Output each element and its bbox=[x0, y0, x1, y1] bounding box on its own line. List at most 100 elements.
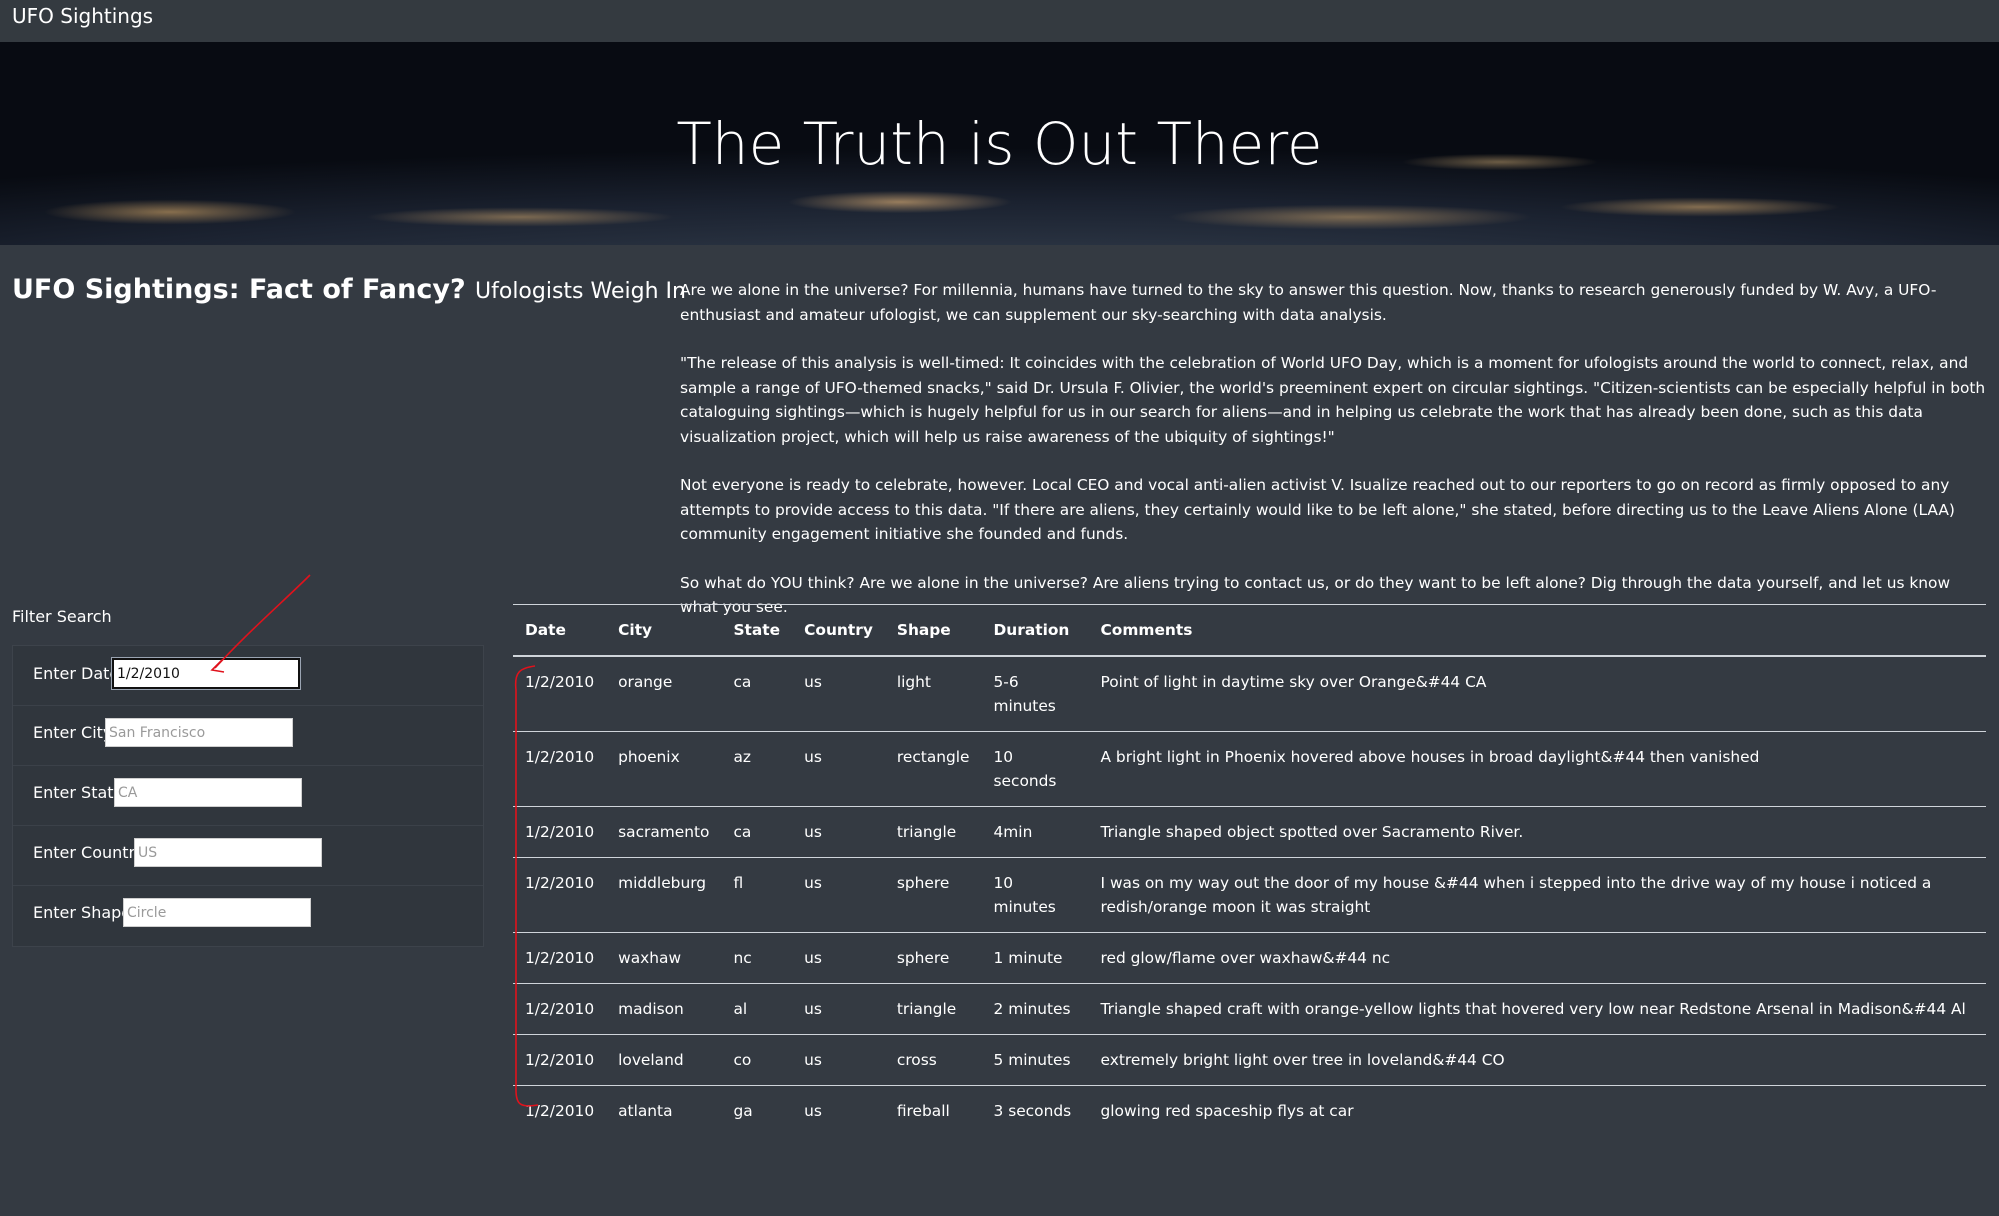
city-input[interactable] bbox=[105, 718, 293, 747]
sightings-table: Date City State Country Shape Duration C… bbox=[513, 604, 1986, 1136]
column-header-state: State bbox=[721, 604, 793, 657]
cell-city: orange bbox=[606, 656, 722, 732]
state-label: Enter State bbox=[33, 783, 124, 802]
cell-duration: 1 minute bbox=[981, 932, 1089, 984]
sightings-table-wrapper: Date City State Country Shape Duration C… bbox=[513, 604, 1986, 1136]
cell-date: 1/2/2010 bbox=[513, 857, 607, 933]
cell-shape: sphere bbox=[884, 857, 982, 933]
filter-row-date: Enter Date bbox=[13, 646, 483, 706]
cell-comments: red glow/flame over waxhaw&#44 nc bbox=[1088, 932, 1986, 984]
cell-country: us bbox=[792, 1034, 885, 1086]
shape-label: Enter Shape bbox=[33, 903, 132, 922]
cell-city: sacramento bbox=[606, 806, 722, 858]
filter-search-title: Filter Search bbox=[12, 607, 112, 626]
cell-country: us bbox=[792, 731, 885, 807]
cell-date: 1/2/2010 bbox=[513, 731, 607, 807]
cell-date: 1/2/2010 bbox=[513, 983, 607, 1035]
cell-city: loveland bbox=[606, 1034, 722, 1086]
cell-date: 1/2/2010 bbox=[513, 656, 607, 732]
cell-country: us bbox=[804, 1102, 822, 1120]
intro-text: Are we alone in the universe? For millen… bbox=[680, 278, 1986, 644]
cell-date: 1/2/2010 bbox=[513, 1034, 607, 1086]
column-header-date: Date bbox=[513, 604, 607, 657]
cell-shape: fireball bbox=[896, 1102, 950, 1120]
cell-shape: triangle bbox=[884, 983, 982, 1035]
cell-country: us bbox=[792, 983, 885, 1035]
table-row: 1/2/2010 sacramento ca us triangle 4min … bbox=[513, 806, 1986, 858]
cell-duration: 5-6 minutes bbox=[981, 656, 1089, 732]
cell-state: ga bbox=[733, 1102, 753, 1120]
cell-date: 1/2/2010 bbox=[513, 806, 607, 858]
cell-comments: Triangle shaped craft with orange-yellow… bbox=[1088, 983, 1986, 1035]
table-row: 1/2/2010 atlanta ga us fireball 3 second… bbox=[513, 1086, 1986, 1137]
cell-duration: 4min bbox=[981, 806, 1089, 858]
cell-state: ca bbox=[721, 656, 793, 732]
cell-country: us bbox=[792, 932, 885, 984]
table-row: 1/2/2010 waxhaw nc us sphere 1 minute re… bbox=[513, 932, 1986, 984]
table-row: 1/2/2010 orange ca us light 5-6 minutes … bbox=[513, 656, 1986, 732]
page-title: UFO Sightings: Fact of Fancy? Ufologists… bbox=[12, 274, 686, 305]
cell-shape: cross bbox=[884, 1034, 982, 1086]
cell-state: al bbox=[721, 983, 793, 1035]
cell-duration: 10 minutes bbox=[981, 857, 1089, 933]
city-label: Enter City bbox=[33, 723, 113, 742]
cell-country: us bbox=[792, 806, 885, 858]
cell-state: fl bbox=[721, 857, 793, 933]
table-row: 1/2/2010 phoenix az us rectangle 10 seco… bbox=[513, 731, 1986, 807]
navbar-brand[interactable]: UFO Sightings bbox=[12, 4, 153, 28]
cell-shape: sphere bbox=[884, 932, 982, 984]
table-row: 1/2/2010 middleburg fl us sphere 10 minu… bbox=[513, 857, 1986, 933]
page-title-sub: Ufologists Weigh In bbox=[475, 279, 686, 304]
cell-comments: Triangle shaped object spotted over Sacr… bbox=[1088, 806, 1986, 858]
cell-comments: I was on my way out the door of my house… bbox=[1088, 857, 1986, 933]
cell-duration: 2 minutes bbox=[981, 983, 1089, 1035]
navbar: UFO Sightings bbox=[0, 0, 1999, 42]
table-row: 1/2/2010 loveland co us cross 5 minutes … bbox=[513, 1034, 1986, 1086]
cell-state: ca bbox=[721, 806, 793, 858]
date-label: Enter Date bbox=[33, 664, 120, 683]
cell-shape: light bbox=[884, 656, 982, 732]
cell-comments: A bright light in Phoenix hovered above … bbox=[1088, 731, 1986, 807]
cell-duration: 5 minutes bbox=[981, 1034, 1089, 1086]
state-input[interactable] bbox=[114, 778, 302, 807]
filter-row-shape: Enter Shape bbox=[13, 886, 483, 945]
table-body: 1/2/2010 orange ca us light 5-6 minutes … bbox=[513, 656, 1986, 1136]
column-header-city: City bbox=[606, 604, 722, 657]
table-header-row: Date City State Country Shape Duration C… bbox=[513, 604, 1986, 657]
cell-comments: glowing red spaceship flys at car bbox=[1100, 1102, 1354, 1120]
intro-paragraph: Are we alone in the universe? For millen… bbox=[680, 281, 1937, 324]
cell-state: nc bbox=[721, 932, 793, 984]
cell-country: us bbox=[792, 656, 885, 732]
cell-duration: 3 seconds bbox=[993, 1102, 1072, 1120]
cell-country: us bbox=[792, 857, 885, 933]
cell-city: middleburg bbox=[606, 857, 722, 933]
filter-row-country: Enter Country bbox=[13, 826, 483, 886]
hero-title: The Truth is Out There bbox=[676, 110, 1323, 178]
filter-panel: Enter Date Enter City Enter State Enter … bbox=[12, 645, 484, 947]
country-label: Enter Country bbox=[33, 843, 145, 862]
cell-date: 1/2/2010 bbox=[513, 932, 607, 984]
cell-city: phoenix bbox=[606, 731, 722, 807]
cell-shape: rectangle bbox=[884, 731, 982, 807]
cell-city: atlanta bbox=[618, 1102, 673, 1120]
column-header-country: Country bbox=[792, 604, 885, 657]
date-input[interactable] bbox=[111, 657, 301, 690]
hero-banner: The Truth is Out There bbox=[0, 42, 1999, 245]
cell-shape: triangle bbox=[884, 806, 982, 858]
intro-paragraph: "The release of this analysis is well-ti… bbox=[680, 354, 1986, 446]
shape-input[interactable] bbox=[123, 898, 311, 927]
filter-row-state: Enter State bbox=[13, 766, 483, 826]
cell-city: waxhaw bbox=[606, 932, 722, 984]
column-header-shape: Shape bbox=[884, 604, 982, 657]
column-header-comments: Comments bbox=[1088, 604, 1986, 657]
filter-row-city: Enter City bbox=[13, 706, 483, 766]
cell-state: az bbox=[721, 731, 793, 807]
country-input[interactable] bbox=[134, 838, 322, 867]
column-header-duration: Duration bbox=[981, 604, 1089, 657]
cell-comments: extremely bright light over tree in love… bbox=[1088, 1034, 1986, 1086]
cell-city: madison bbox=[606, 983, 722, 1035]
table-row: 1/2/2010 madison al us triangle 2 minute… bbox=[513, 983, 1986, 1035]
cell-comments: Point of light in daytime sky over Orang… bbox=[1088, 656, 1986, 732]
cell-state: co bbox=[721, 1034, 793, 1086]
page-title-main: UFO Sightings: Fact of Fancy? bbox=[12, 274, 466, 305]
